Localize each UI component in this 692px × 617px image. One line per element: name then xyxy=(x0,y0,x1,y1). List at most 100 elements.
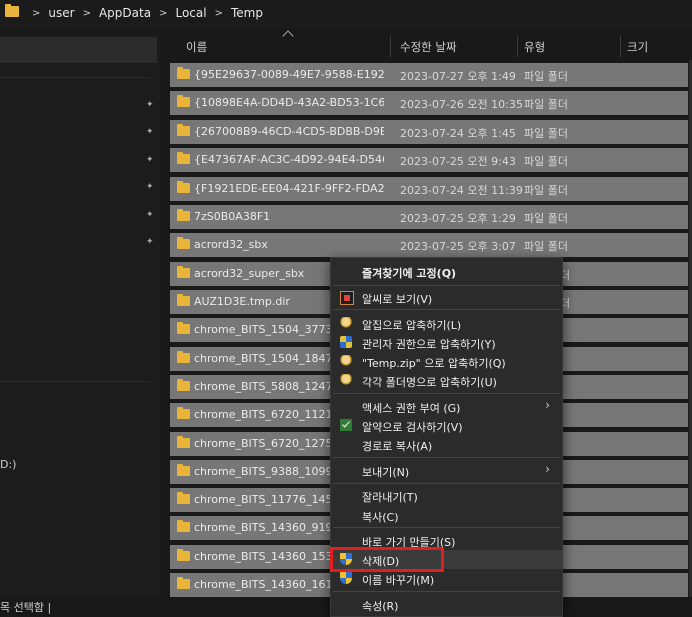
file-type: 파일 폴더 xyxy=(524,98,568,111)
menu-label: 잘라내기(T) xyxy=(362,491,418,504)
table-row[interactable]: {267008B9-46CD-4CD5-BDBB-D9B7100... 2023… xyxy=(170,120,688,144)
file-name: chrome_BITS_11776_14597420 xyxy=(194,493,346,506)
chevron-right-icon: > xyxy=(82,7,91,19)
menu-label: 경로로 복사(A) xyxy=(362,440,433,453)
file-name: acrord32_sbx xyxy=(194,238,268,251)
menu-label: 알씨로 보기(V) xyxy=(362,293,433,306)
column-date[interactable]: 수정한 날짜 xyxy=(400,39,457,55)
admin-shield-icon xyxy=(340,572,352,584)
column-name[interactable]: 이름 xyxy=(186,39,207,55)
menu-label: 즐겨찾기에 고정(Q) xyxy=(362,267,457,280)
divider xyxy=(0,77,150,78)
menu-label: 액세스 권한 부여 (G) xyxy=(362,402,461,415)
column-size[interactable]: 크기 xyxy=(627,39,648,55)
menu-item-pin-quick-access[interactable]: 즐겨찾기에 고정(Q) xyxy=(331,262,562,281)
folder-icon xyxy=(177,577,190,589)
file-type: 파일 폴더 xyxy=(524,184,568,197)
folder-icon xyxy=(177,492,190,504)
breadcrumb-item-user[interactable]: user xyxy=(48,6,74,20)
file-type: 파일 폴더 xyxy=(524,240,568,253)
file-name: {F1921EDE-EE04-421F-9FF2-FDA247456F... xyxy=(194,182,384,195)
table-row[interactable]: {95E29637-0089-49E7-9588-E192B8FE1D... 2… xyxy=(170,63,688,87)
chevron-right-icon: > xyxy=(214,7,223,19)
breadcrumb: > user > AppData > Local > Temp xyxy=(0,0,692,27)
divider xyxy=(0,381,150,382)
folder-icon xyxy=(177,549,190,561)
folder-icon xyxy=(177,464,190,476)
file-date: 2023-07-25 오후 1:29 xyxy=(400,212,516,225)
file-name: {267008B9-46CD-4CD5-BDBB-D9B7100... xyxy=(194,125,384,138)
nav-item-selected[interactable] xyxy=(0,37,157,63)
folder-icon xyxy=(177,379,190,391)
file-date: 2023-07-24 오전 11:39 xyxy=(400,184,523,197)
folder-icon xyxy=(177,407,190,419)
table-row[interactable]: {E47367AF-AC3C-4D92-94E4-D54657DA... 202… xyxy=(170,148,688,172)
menu-item-zip[interactable]: 알집으로 압축하기(L) xyxy=(331,314,562,333)
chevron-right-icon: > xyxy=(32,7,41,19)
menu-item-preview[interactable]: 알씨로 보기(V) xyxy=(331,288,562,307)
folder-icon xyxy=(177,181,190,193)
menu-label: 알집으로 압축하기(L) xyxy=(362,319,462,332)
menu-item-zip-named[interactable]: "Temp.zip" 으로 압축하기(Q) xyxy=(331,352,562,371)
menu-item-copy-path[interactable]: 경로로 복사(A) xyxy=(331,435,562,454)
menu-item-zip-admin[interactable]: 관리자 권한으로 압축하기(Y) xyxy=(331,333,562,352)
menu-item-copy[interactable]: 복사(C) xyxy=(331,506,562,525)
menu-label: 관리자 권한으로 압축하기(Y) xyxy=(362,338,496,351)
menu-item-send-to[interactable]: 보내기(N) › xyxy=(331,461,562,480)
nav-drive-label[interactable]: D:) xyxy=(0,458,16,471)
sort-ascending-icon xyxy=(282,30,294,42)
column-divider[interactable] xyxy=(517,35,518,57)
pin-icon: ✦ xyxy=(146,100,154,110)
menu-separator xyxy=(333,591,560,592)
column-divider[interactable] xyxy=(390,35,391,57)
menu-label: 복사(C) xyxy=(362,511,399,524)
file-name: {95E29637-0089-49E7-9588-E192B8FE1D... xyxy=(194,68,384,81)
image-viewer-icon xyxy=(340,291,354,305)
folder-icon xyxy=(177,124,190,136)
pin-icon: ✦ xyxy=(146,155,154,165)
file-date: 2023-07-25 오전 9:43 xyxy=(400,155,516,168)
file-date: 2023-07-27 오후 1:49 xyxy=(400,70,516,83)
file-name: chrome_BITS_14360_91916627 xyxy=(194,521,346,534)
breadcrumb-item-temp[interactable]: Temp xyxy=(231,6,263,20)
chevron-right-icon: > xyxy=(159,7,168,19)
file-type: 파일 폴더 xyxy=(524,70,568,83)
table-row[interactable]: 7zS0B0A38F1 2023-07-25 오후 1:29 파일 폴더 xyxy=(170,205,688,229)
table-row[interactable]: {F1921EDE-EE04-421F-9FF2-FDA247456F... 2… xyxy=(170,177,688,201)
navigation-pane[interactable]: ✦ ✦ ✦ ✦ ✦ ✦ D:) xyxy=(0,35,160,600)
pin-icon: ✦ xyxy=(146,237,154,247)
menu-item-zip-each[interactable]: 각각 폴더명으로 압축하기(U) xyxy=(331,371,562,390)
file-name: 7zS0B0A38F1 xyxy=(194,210,271,223)
menu-label: 보내기(N) xyxy=(362,466,410,479)
file-name: chrome_BITS_9388_109918660 xyxy=(194,465,346,478)
file-date: 2023-07-25 오후 3:07 xyxy=(400,240,516,253)
menu-label: 속성(R) xyxy=(362,600,399,613)
breadcrumb-item-local[interactable]: Local xyxy=(175,6,206,20)
chevron-right-icon: › xyxy=(545,462,550,476)
column-type[interactable]: 유형 xyxy=(524,39,545,55)
breadcrumb-item-appdata[interactable]: AppData xyxy=(99,6,151,20)
menu-item-cut[interactable]: 잘라내기(T) xyxy=(331,486,562,505)
menu-separator xyxy=(333,309,560,310)
menu-item-scan[interactable]: 알약으로 검사하기(V) xyxy=(331,416,562,435)
folder-icon xyxy=(5,4,19,17)
admin-shield-icon xyxy=(340,336,352,348)
file-name: chrome_BITS_1504_377318692 xyxy=(194,323,346,336)
column-divider[interactable] xyxy=(620,35,621,57)
column-header: 이름 수정한 날짜 유형 크기 xyxy=(168,30,692,59)
menu-label: 각각 폴더명으로 압축하기(U) xyxy=(362,376,497,389)
file-date: 2023-07-24 오후 1:45 xyxy=(400,127,516,140)
folder-icon xyxy=(177,152,190,164)
table-row[interactable]: {10898E4A-DD4D-43A2-BD53-1C630842... 202… xyxy=(170,91,688,115)
menu-item-give-access[interactable]: 액세스 권한 부여 (G) › xyxy=(331,397,562,416)
table-row[interactable]: acrord32_sbx 2023-07-25 오후 3:07 파일 폴더 xyxy=(170,233,688,257)
file-name: {E47367AF-AC3C-4D92-94E4-D54657DA... xyxy=(194,153,384,166)
file-name: chrome_BITS_6720_112184649 xyxy=(194,408,346,421)
folder-icon xyxy=(177,436,190,448)
menu-separator xyxy=(333,457,560,458)
pin-icon: ✦ xyxy=(146,127,154,137)
folder-icon xyxy=(177,95,190,107)
menu-separator xyxy=(333,285,560,286)
folder-icon xyxy=(177,266,190,278)
menu-item-properties[interactable]: 속성(R) xyxy=(331,595,562,614)
